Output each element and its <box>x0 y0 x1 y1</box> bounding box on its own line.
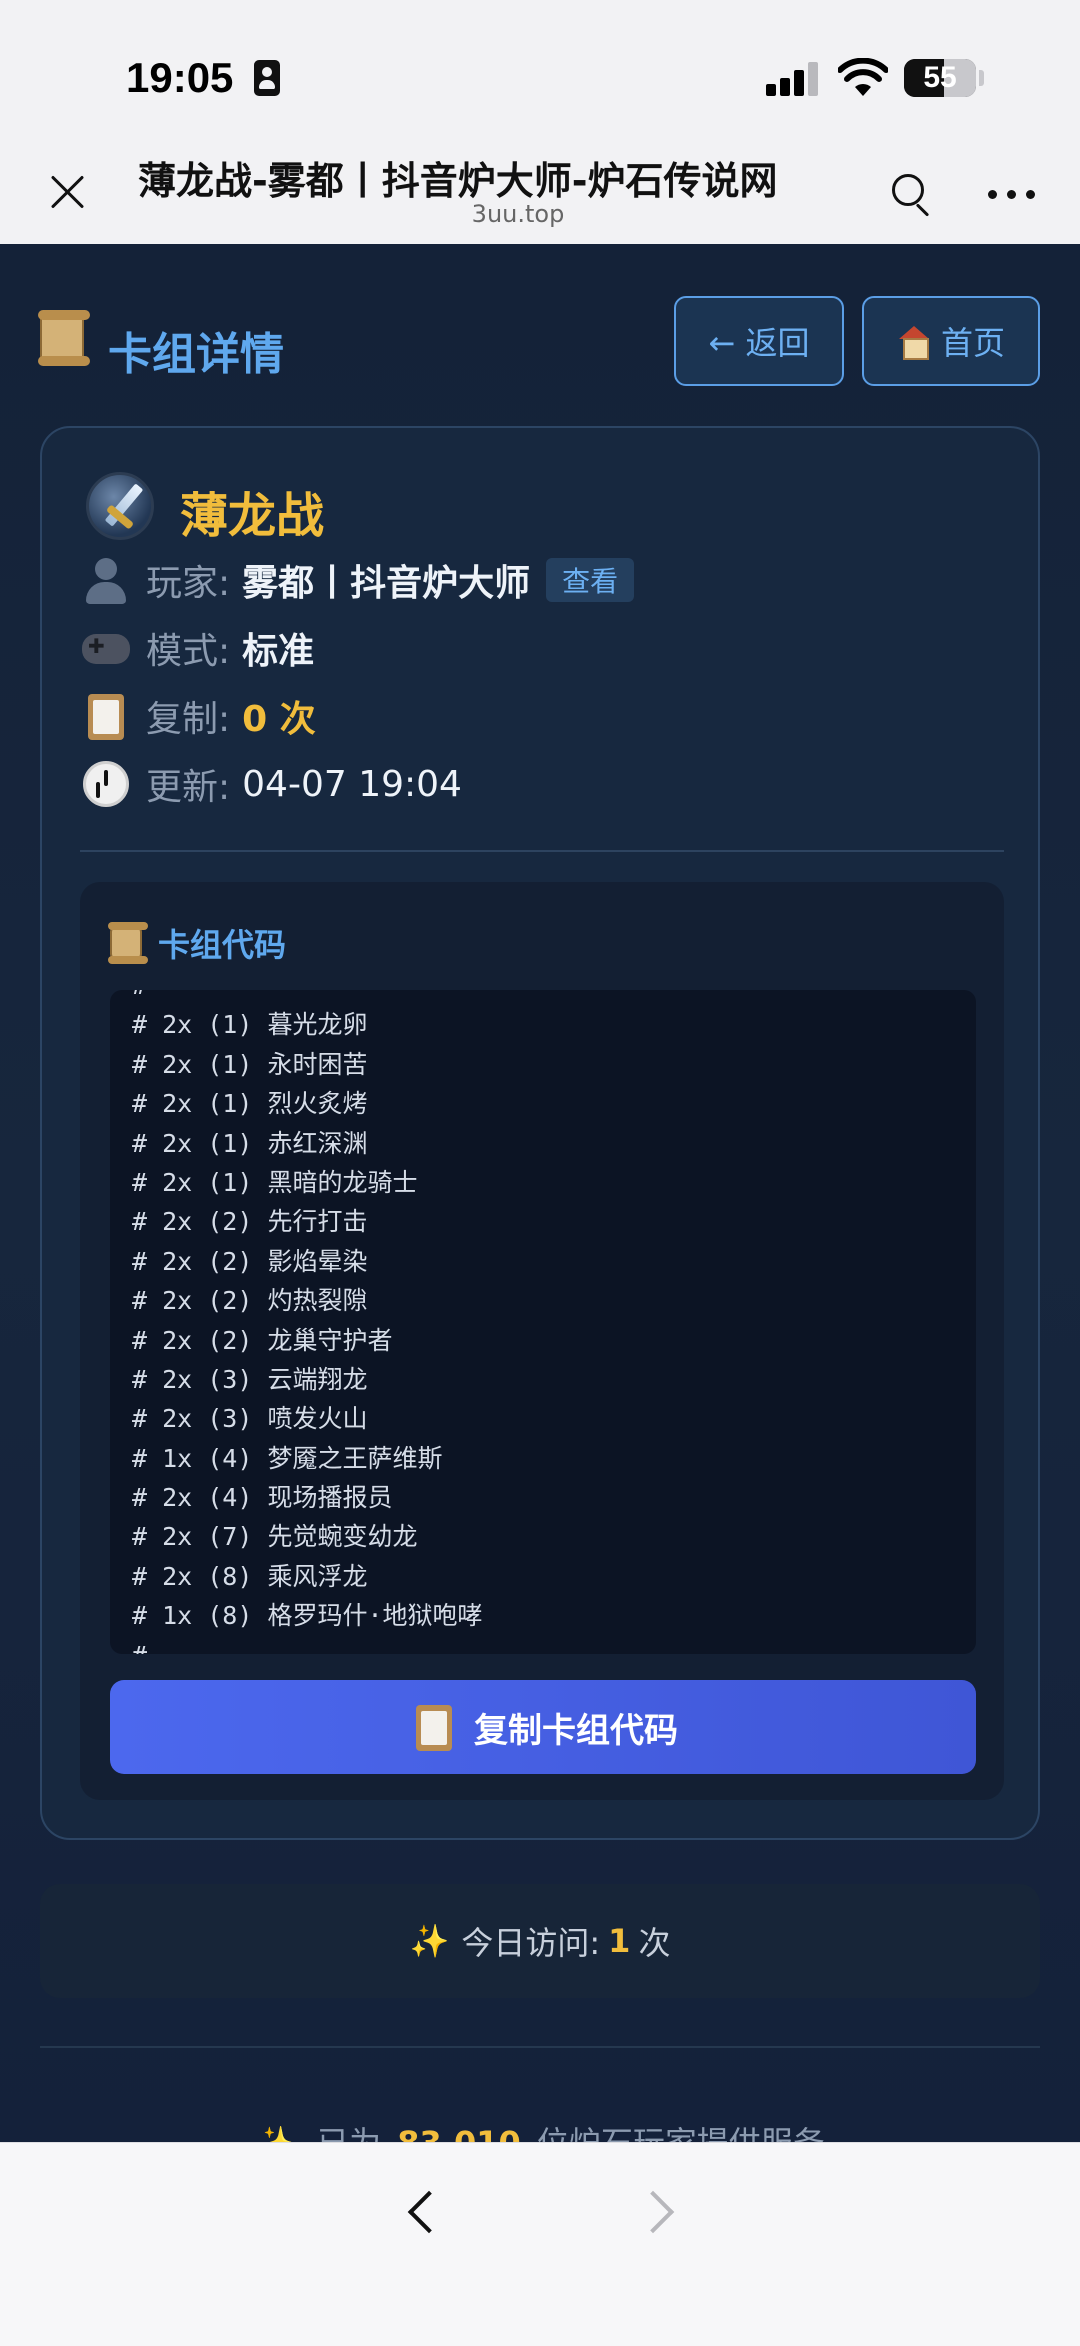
deck-code-line: # 2x (1) 赤红深渊 <box>132 1128 368 1158</box>
deck-code-line: # 2x (2) 先行打击 <box>132 1207 368 1237</box>
page-title: 卡组详情 <box>108 329 284 380</box>
battery-cap <box>979 70 984 86</box>
deck-code-line: # <box>132 1636 483 1654</box>
warrior-class-icon <box>86 472 154 540</box>
footer-divider <box>40 2046 1040 2048</box>
sparkles-icon: ✨ <box>255 2124 295 2142</box>
clock-icon <box>80 758 132 810</box>
copies-row: 复制: 0 次 <box>80 686 316 746</box>
updated-value: 04-07 19:04 <box>242 763 462 805</box>
gamepad-icon <box>80 622 132 674</box>
player-name: 雾都丨抖音炉大师 <box>242 563 531 604</box>
footer-prefix: 已为 <box>317 2124 381 2142</box>
updated-row: 更新: 04-07 19:04 <box>80 754 462 814</box>
deck-code-panel: 卡组代码 # # 2x (1) 暮光龙卵 # 2x (1) 永时困苦 # 2x (1)… <box>80 882 1004 1800</box>
clipboard-icon <box>408 1701 460 1753</box>
copy-deck-code-label: 复制卡组代码 <box>474 1710 678 1751</box>
home-button[interactable]: 首页 <box>862 296 1040 386</box>
mode-label: 模式: <box>146 631 231 672</box>
sparkles-icon: ✨ <box>409 1922 450 1960</box>
visits-count: 1 <box>608 1922 631 1960</box>
deck-code-line: # 2x (7) 先觉蜿变幼龙 <box>132 1522 418 1552</box>
status-time: 19:05 <box>126 54 234 101</box>
browser-url: 3uu.top <box>471 200 565 228</box>
footer-count: 83,010 <box>397 2124 520 2142</box>
deck-code-line: # 2x (8) 乘风浮龙 <box>132 1561 368 1591</box>
deck-code-box[interactable]: # # 2x (1) 暮光龙卵 # 2x (1) 永时困苦 # 2x (1) 烈火炙烤… <box>110 990 976 1654</box>
visits-label: 今日访问: <box>461 1924 601 1962</box>
scroll-icon <box>108 922 148 964</box>
scroll-icon <box>38 310 90 366</box>
deck-code-line: # 2x (3) 云端翔龙 <box>132 1364 368 1394</box>
deck-code-line: # 2x (1) 黑暗的龙骑士 <box>132 1167 418 1197</box>
deck-code-line: # 2x (1) 暮光龙卵 <box>132 1010 368 1040</box>
deck-code-line: # 1x (4) 梦魇之王萨维斯 <box>132 1443 443 1473</box>
visits-unit: 次 <box>638 1924 671 1962</box>
deck-code-line: # <box>132 990 483 1005</box>
copies-value: 0 次 <box>242 699 316 740</box>
battery-percent: 55 <box>923 61 957 94</box>
updated-label: 更新: <box>146 767 231 808</box>
cellular-signal-icon <box>766 62 820 96</box>
deck-code-line: # 2x (3) 喷发火山 <box>132 1404 368 1434</box>
player-row: 玩家: 雾都丨抖音炉大师 查看 <box>80 550 635 610</box>
deck-code-line: # 2x (1) 永时困苦 <box>132 1049 368 1079</box>
battery-icon: 55 <box>904 59 976 97</box>
deck-code-line: # 2x (4) 现场播报员 <box>132 1483 393 1513</box>
back-button-label: ← 返回 <box>708 324 810 362</box>
more-options-icon[interactable] <box>988 190 1036 200</box>
home-button-label: 首页 <box>940 324 1005 362</box>
deck-code-line: # 1x (8) 格罗玛什·地狱咆哮 <box>132 1601 483 1631</box>
player-label: 玩家: <box>146 563 231 604</box>
back-button[interactable]: ← 返回 <box>674 296 844 386</box>
deck-code-line: # 2x (2) 龙巢守护者 <box>132 1325 393 1355</box>
browser-toolbar: 薄龙战-雾都丨抖音炉大师-炉石传说网 3uu.top <box>0 140 1080 244</box>
deck-name: 薄龙战 <box>180 488 325 544</box>
divider <box>80 850 1004 852</box>
deck-code-lines: # # 2x (1) 暮光龙卵 # 2x (1) 永时困苦 # 2x (1) 烈火炙烤… <box>132 990 483 1654</box>
copies-label: 复制: <box>146 699 231 740</box>
clipboard-icon <box>80 690 132 742</box>
page-content: 卡组详情 ← 返回 首页 薄龙战 玩家: 雾都丨抖音炉大师 查看 模式: 标准 … <box>0 244 1080 2142</box>
view-player-button[interactable]: 查看 <box>546 558 635 602</box>
status-bar: 19:05 55 <box>0 0 1080 140</box>
copy-deck-code-button[interactable]: 复制卡组代码 <box>110 1680 976 1774</box>
page-header: 卡组详情 <box>38 310 284 380</box>
forward-chevron-icon[interactable] <box>638 2185 678 2245</box>
contact-card-icon <box>254 60 280 96</box>
search-icon[interactable] <box>890 172 936 218</box>
deck-code-line: # 2x (2) 灼热裂隙 <box>132 1286 368 1316</box>
browser-page-title: 薄龙战-雾都丨抖音炉大师-炉石传说网 <box>138 159 778 203</box>
deck-code-title: 卡组代码 <box>158 926 287 964</box>
close-icon[interactable] <box>46 170 90 214</box>
deck-code-line: # 2x (1) 烈火炙烤 <box>132 1089 368 1119</box>
footer-suffix: 位炉石玩家提供服务 <box>537 2124 825 2142</box>
deck-card: 薄龙战 玩家: 雾都丨抖音炉大师 查看 模式: 标准 复制: 0 次 更新: 0… <box>40 426 1040 1840</box>
deck-code-line: # 2x (2) 影焰晕染 <box>132 1246 368 1276</box>
mode-row: 模式: 标准 <box>80 618 314 678</box>
browser-bottom-bar <box>0 2142 1080 2346</box>
deck-code-heading: 卡组代码 <box>108 920 287 966</box>
daily-visits: ✨ 今日访问: 1 次 <box>40 1884 1040 1998</box>
house-icon <box>897 326 931 360</box>
wifi-icon <box>838 58 888 96</box>
back-chevron-icon[interactable] <box>402 2185 442 2245</box>
person-icon <box>80 554 132 606</box>
footer-served-text: ✨ 已为 83,010 位炉石玩家提供服务 <box>0 2118 1080 2142</box>
mode-value: 标准 <box>242 631 315 672</box>
